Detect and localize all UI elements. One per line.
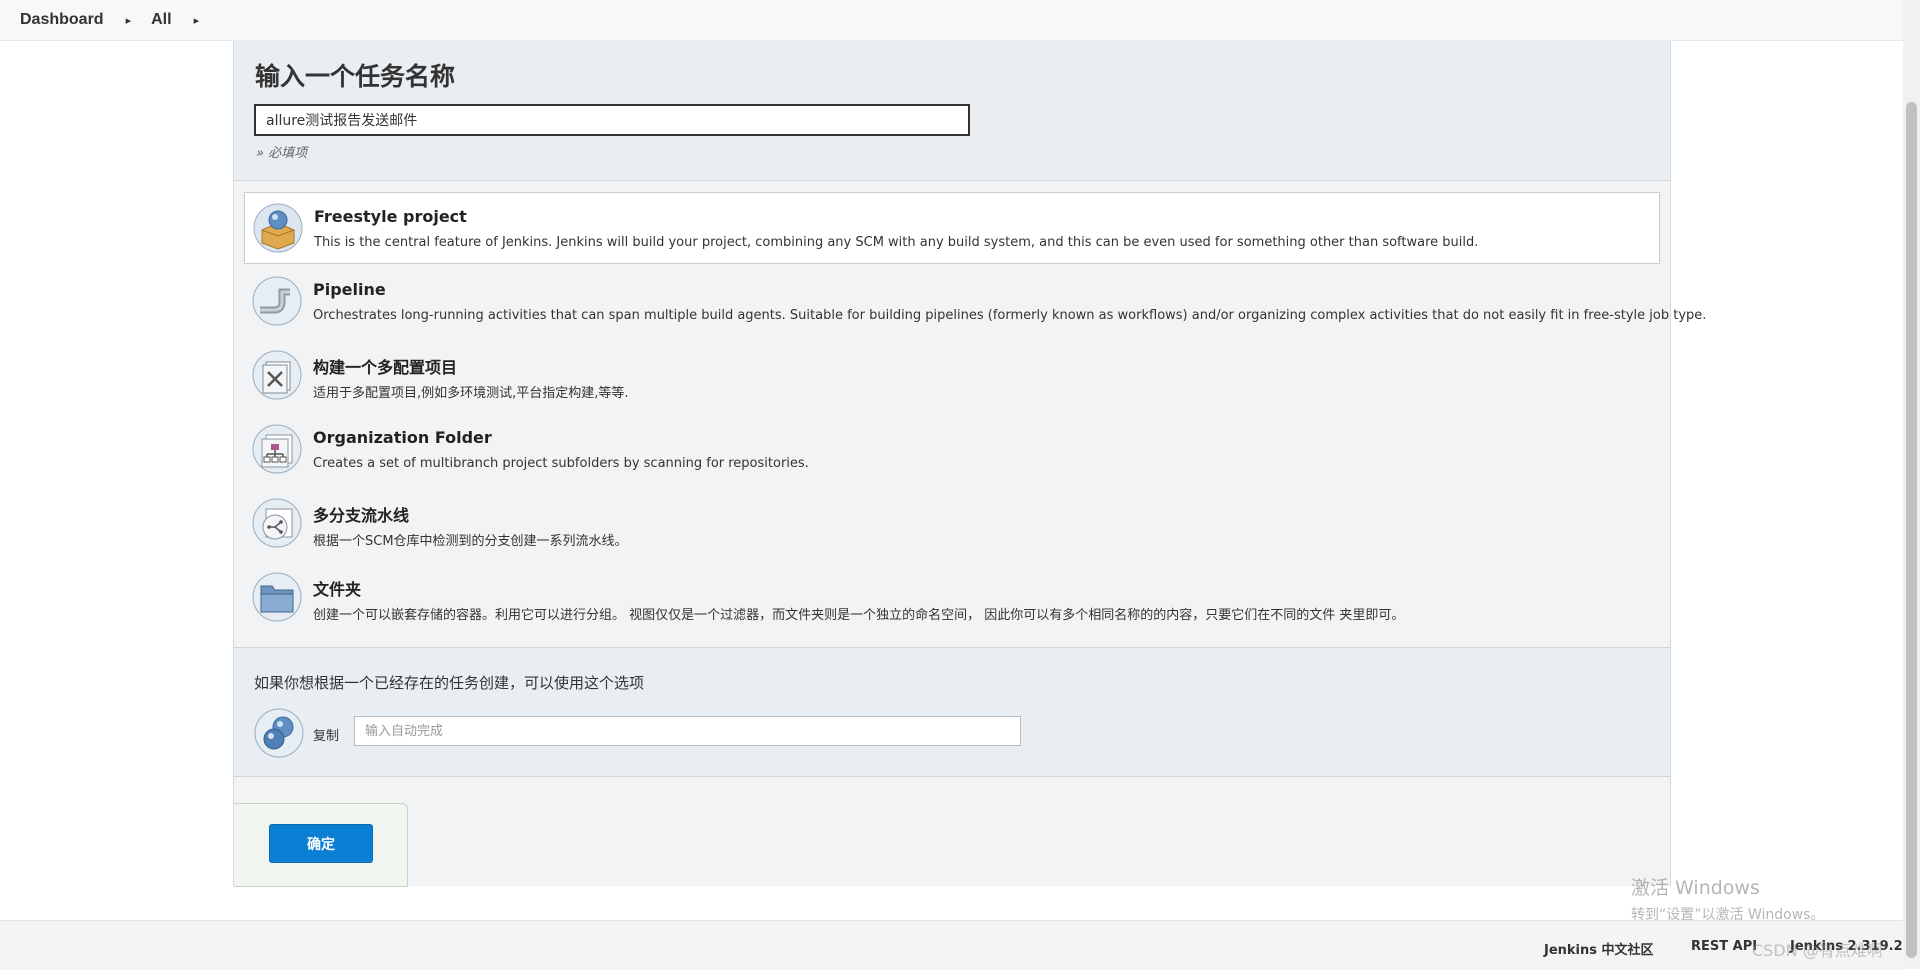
item-name-section: 输入一个任务名称 » 必填项 [234, 40, 1670, 181]
item-type-title: Freestyle project [314, 207, 467, 226]
ok-button[interactable]: 确定 [269, 824, 373, 863]
activation-subtitle: 转到“设置”以激活 Windows。 [1631, 907, 1825, 923]
copy-from-hint: 如果你想根据一个已经存在的任务创建，可以使用这个选项 [254, 674, 645, 692]
item-type-pipeline[interactable]: Pipeline Orchestrates long-running activ… [244, 266, 1706, 338]
csdn-watermark: CSDN @有点难啊 [1752, 941, 1883, 960]
folder-icon [252, 572, 302, 622]
copy-from-input[interactable] [354, 716, 1021, 746]
item-type-multibranch-pipeline[interactable]: 多分支流水线 根据一个SCM仓库中检测到的分支创建一系列流水线。 [244, 488, 1660, 560]
item-type-multi-config[interactable]: 构建一个多配置项目 适用于多配置项目,例如多环境测试,平台指定构建,等等. [244, 340, 1660, 412]
item-type-list: Freestyle project This is the central fe… [244, 192, 1706, 636]
freestyle-box-icon [253, 203, 303, 253]
item-type-title: 文件夹 [313, 580, 362, 599]
organization-folder-icon [252, 424, 302, 474]
breadcrumb-dashboard[interactable]: Dashboard [20, 11, 104, 29]
item-type-description: This is the central feature of Jenkins. … [314, 235, 1479, 250]
scrollbar-thumb[interactable] [1906, 102, 1917, 958]
form-actions: 确定 [234, 803, 408, 887]
breadcrumb-caret-icon[interactable]: ▸ [194, 14, 200, 27]
item-type-folder[interactable]: 文件夹 创建一个可以嵌套存储的容器。利用它可以进行分组。 视图仅仅是一个过滤器，… [244, 562, 1660, 634]
required-note: » 必填项 [256, 146, 308, 161]
new-item-panel: 输入一个任务名称 » 必填项 Freestyle project This is… [233, 40, 1706, 887]
item-type-description: 创建一个可以嵌套存储的容器。利用它可以进行分组。 视图仅仅是一个过滤器，而文件夹… [313, 608, 1405, 623]
breadcrumb-all[interactable]: All [151, 11, 171, 29]
multibranch-pipeline-icon [252, 498, 302, 548]
breadcrumb-bar: Dashboard ▸ All ▸ [0, 0, 1903, 41]
item-type-title: Pipeline [313, 280, 386, 299]
item-type-title: 多分支流水线 [313, 506, 410, 525]
item-type-description: 适用于多配置项目,例如多环境测试,平台指定构建,等等. [313, 386, 629, 401]
page-scrollbar[interactable] [1903, 0, 1920, 969]
breadcrumb-caret-icon[interactable]: ▸ [126, 14, 132, 27]
copy-item-icon [254, 708, 304, 758]
page-title: 输入一个任务名称 [255, 62, 456, 91]
footer-rest-api-link[interactable]: REST API [1691, 939, 1757, 954]
item-name-input[interactable] [254, 104, 970, 136]
pipeline-icon [252, 276, 302, 326]
item-type-title: 构建一个多配置项目 [313, 358, 458, 377]
copy-from-section: 如果你想根据一个已经存在的任务创建，可以使用这个选项 复制 [234, 647, 1670, 777]
activation-title: 激活 Windows [1631, 877, 1760, 899]
copy-from-label: 复制 [313, 729, 340, 744]
item-type-organization-folder[interactable]: Organization Folder Creates a set of mul… [244, 414, 1660, 486]
page-footer: Jenkins 中文社区 REST API Jenkins 2.319.2 [0, 920, 1903, 970]
item-type-title: Organization Folder [313, 428, 492, 447]
item-type-freestyle[interactable]: Freestyle project This is the central fe… [244, 192, 1660, 264]
footer-community-link[interactable]: Jenkins 中文社区 [1544, 939, 1654, 958]
item-type-description: 根据一个SCM仓库中检测到的分支创建一系列流水线。 [313, 534, 628, 549]
item-type-description: Orchestrates long-running activities tha… [313, 308, 1707, 323]
item-type-description: Creates a set of multibranch project sub… [313, 456, 809, 471]
multi-config-icon [252, 350, 302, 400]
windows-activation-notice: 激活 Windows 转到“设置”以激活 Windows。 [1631, 873, 1824, 924]
